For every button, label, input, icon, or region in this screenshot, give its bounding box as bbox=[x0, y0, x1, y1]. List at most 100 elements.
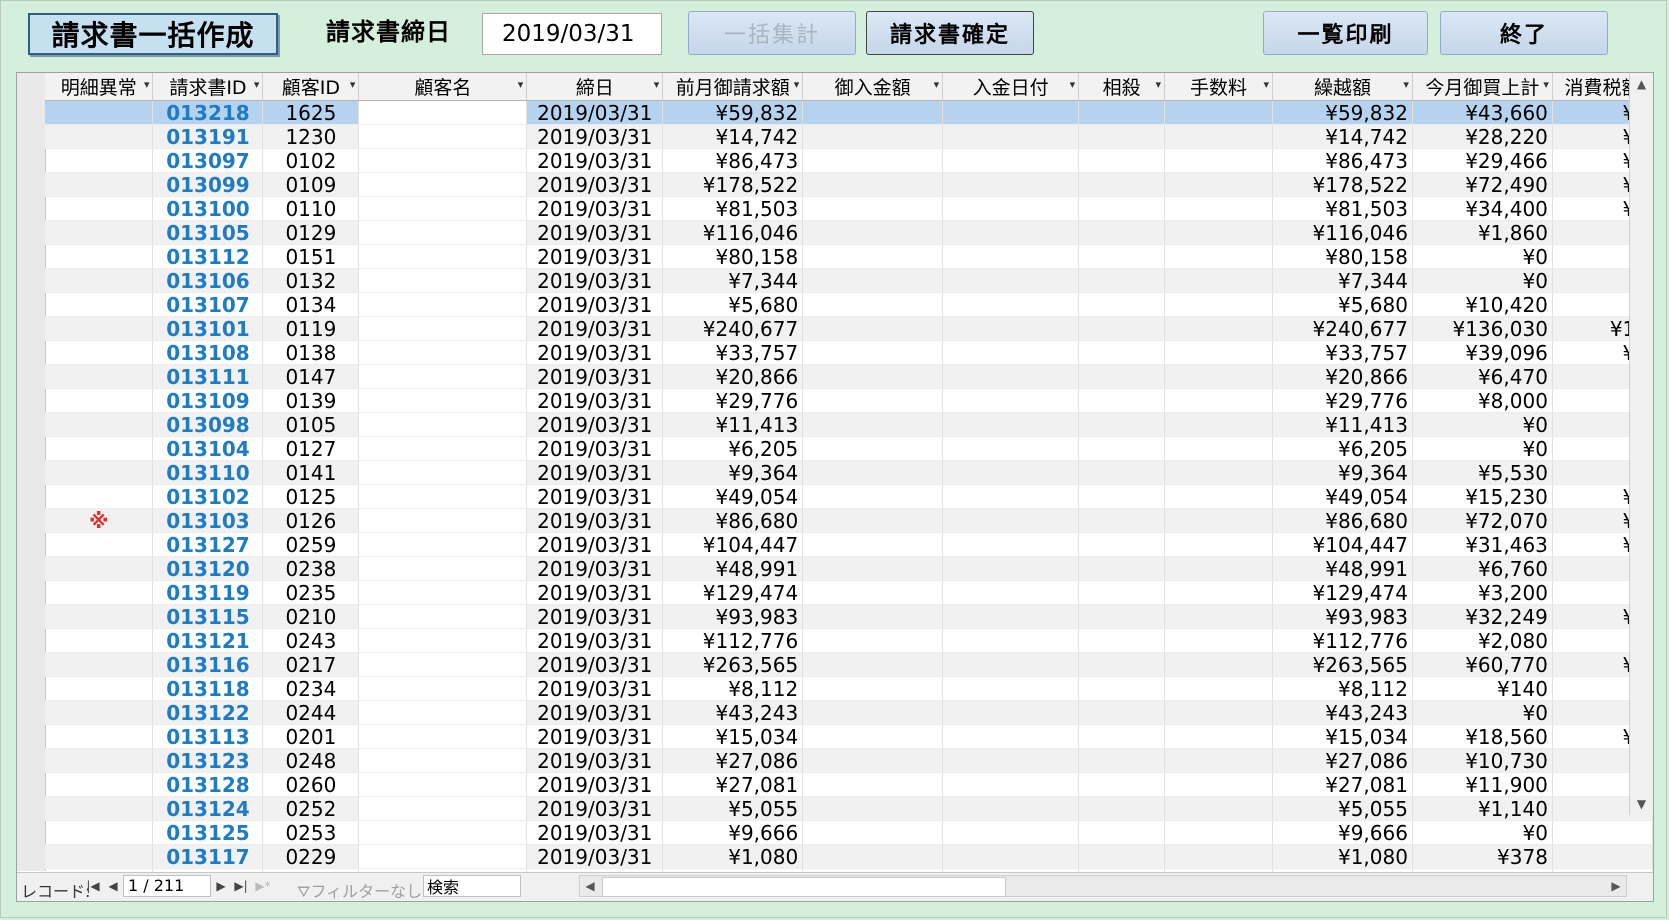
column-header[interactable]: 繰越額 ▾ bbox=[1272, 73, 1413, 101]
cell-flag[interactable] bbox=[45, 124, 154, 149]
cell-empty[interactable] bbox=[802, 268, 944, 293]
cell-cust[interactable]: 0139 bbox=[262, 388, 360, 413]
cell-empty[interactable] bbox=[1164, 556, 1273, 581]
cell-empty[interactable] bbox=[942, 628, 1080, 653]
sort-filter-dropdown-icon[interactable]: ▾ bbox=[1070, 73, 1076, 96]
cell-carry[interactable]: ¥86,473 bbox=[1272, 148, 1413, 173]
cell-empty[interactable] bbox=[802, 604, 944, 629]
aggregate-all-button[interactable]: 一括集計 bbox=[688, 11, 856, 55]
cell-prev[interactable]: ¥27,081 bbox=[662, 772, 804, 797]
table-row[interactable]: 013113 0201 2019/03/31 ¥15,034 ¥15,034 ¥18,56… bbox=[45, 724, 1653, 749]
cell-carry[interactable]: ¥116,046 bbox=[1272, 220, 1413, 245]
cell-cust[interactable]: 0217 bbox=[262, 652, 360, 677]
table-row[interactable]: 013119 0235 2019/03/31 ¥129,474 ¥129,474 ¥3,2… bbox=[45, 580, 1653, 605]
cell-empty[interactable] bbox=[1164, 604, 1273, 629]
cell-empty[interactable] bbox=[1164, 436, 1273, 461]
cell-cust[interactable]: 0129 bbox=[262, 220, 360, 245]
cell-cust[interactable]: 0125 bbox=[262, 484, 360, 509]
cell-empty[interactable] bbox=[1164, 532, 1273, 557]
cell-empty[interactable] bbox=[1078, 676, 1166, 701]
cell-id[interactable]: 013218 bbox=[152, 100, 264, 125]
cell-prev[interactable]: ¥33,757 bbox=[662, 340, 804, 365]
cell-carry[interactable]: ¥112,776 bbox=[1272, 628, 1413, 653]
cell-empty[interactable] bbox=[942, 436, 1080, 461]
cell-prev[interactable]: ¥59,832 bbox=[662, 100, 804, 125]
cell-empty[interactable] bbox=[1078, 460, 1166, 485]
record-selector-column[interactable] bbox=[17, 73, 46, 871]
cell-date[interactable]: 2019/03/31 bbox=[526, 436, 664, 461]
cell-id[interactable]: 013106 bbox=[152, 268, 264, 293]
table-row[interactable]: 013097 0102 2019/03/31 ¥86,473 ¥86,473 ¥29,46… bbox=[45, 148, 1653, 173]
cell-date[interactable]: 2019/03/31 bbox=[526, 148, 664, 173]
cell-empty[interactable] bbox=[1164, 628, 1273, 653]
cell-cust[interactable]: 0238 bbox=[262, 556, 360, 581]
cell-empty[interactable] bbox=[942, 676, 1080, 701]
cell-month[interactable]: ¥32,249 bbox=[1412, 604, 1553, 629]
table-row[interactable]: 013101 0119 2019/03/31 ¥240,677 ¥240,677 ¥136… bbox=[45, 316, 1653, 341]
cell-cust[interactable]: 0110 bbox=[262, 196, 360, 221]
cell-flag[interactable] bbox=[45, 484, 154, 509]
cell-empty[interactable] bbox=[358, 124, 528, 149]
cell-flag[interactable] bbox=[45, 148, 154, 173]
sort-filter-dropdown-icon[interactable]: ▾ bbox=[934, 73, 940, 96]
sort-filter-dropdown-icon[interactable]: ▾ bbox=[1156, 73, 1162, 96]
cell-cust[interactable]: 0244 bbox=[262, 700, 360, 725]
cell-empty[interactable] bbox=[802, 100, 944, 125]
cell-id[interactable]: 013100 bbox=[152, 196, 264, 221]
cell-empty[interactable] bbox=[358, 364, 528, 389]
cell-carry[interactable]: ¥7,344 bbox=[1272, 268, 1413, 293]
cell-cust[interactable]: 0259 bbox=[262, 532, 360, 557]
cell-empty[interactable] bbox=[942, 100, 1080, 125]
cell-empty[interactable] bbox=[358, 628, 528, 653]
cell-carry[interactable]: ¥81,503 bbox=[1272, 196, 1413, 221]
cell-empty[interactable] bbox=[802, 700, 944, 725]
sort-filter-dropdown-icon[interactable]: ▾ bbox=[350, 73, 356, 96]
cell-empty[interactable] bbox=[1078, 340, 1166, 365]
cell-prev[interactable]: ¥93,983 bbox=[662, 604, 804, 629]
sort-filter-dropdown-icon[interactable]: ▾ bbox=[794, 73, 800, 96]
cell-prev[interactable]: ¥9,666 bbox=[662, 820, 804, 845]
cell-empty[interactable] bbox=[802, 796, 944, 821]
cell-empty[interactable] bbox=[942, 508, 1080, 533]
cell-empty[interactable] bbox=[802, 556, 944, 581]
cell-empty[interactable] bbox=[358, 508, 528, 533]
cell-empty[interactable] bbox=[1164, 484, 1273, 509]
cell-cust[interactable]: 0151 bbox=[262, 244, 360, 269]
cell-empty[interactable] bbox=[942, 220, 1080, 245]
cell-month[interactable]: ¥31,463 bbox=[1412, 532, 1553, 557]
cell-date[interactable]: 2019/03/31 bbox=[526, 196, 664, 221]
cell-carry[interactable]: ¥6,205 bbox=[1272, 436, 1413, 461]
cell-empty[interactable] bbox=[1078, 556, 1166, 581]
cell-prev[interactable]: ¥263,565 bbox=[662, 652, 804, 677]
cell-month[interactable]: ¥10,420 bbox=[1412, 292, 1553, 317]
cell-flag[interactable] bbox=[45, 820, 154, 845]
cell-empty[interactable] bbox=[802, 748, 944, 773]
cell-empty[interactable] bbox=[1078, 748, 1166, 773]
cell-prev[interactable]: ¥48,991 bbox=[662, 556, 804, 581]
cell-date[interactable]: 2019/03/31 bbox=[526, 700, 664, 725]
table-row[interactable]: 013100 0110 2019/03/31 ¥81,503 ¥81,503 ¥34,40… bbox=[45, 196, 1653, 221]
cell-carry[interactable]: ¥43,243 bbox=[1272, 700, 1413, 725]
table-row[interactable]: 013099 0109 2019/03/31 ¥178,522 ¥178,522 ¥72,… bbox=[45, 172, 1653, 197]
cell-cust[interactable]: 0201 bbox=[262, 724, 360, 749]
scroll-up-icon[interactable]: ▲ bbox=[1630, 73, 1653, 95]
table-row[interactable]: 013109 0139 2019/03/31 ¥29,776 ¥29,776 ¥8,000 bbox=[45, 388, 1653, 413]
cell-empty[interactable] bbox=[1078, 220, 1166, 245]
cell-empty[interactable] bbox=[942, 364, 1080, 389]
next-record-icon[interactable]: ▶ bbox=[213, 876, 229, 896]
cell-empty[interactable] bbox=[1078, 268, 1166, 293]
cell-prev[interactable]: ¥6,205 bbox=[662, 436, 804, 461]
cell-id[interactable]: 013120 bbox=[152, 556, 264, 581]
cell-month[interactable]: ¥72,070 bbox=[1412, 508, 1553, 533]
cell-empty[interactable] bbox=[942, 292, 1080, 317]
cell-month[interactable]: ¥10,730 bbox=[1412, 748, 1553, 773]
cell-date[interactable]: 2019/03/31 bbox=[526, 820, 664, 845]
cell-carry[interactable]: ¥129,474 bbox=[1272, 580, 1413, 605]
cell-empty[interactable] bbox=[1164, 100, 1273, 125]
cell-empty[interactable] bbox=[942, 124, 1080, 149]
cell-prev[interactable]: ¥15,034 bbox=[662, 724, 804, 749]
cell-empty[interactable] bbox=[1078, 724, 1166, 749]
cell-flag[interactable] bbox=[45, 700, 154, 725]
cell-empty[interactable] bbox=[358, 580, 528, 605]
cell-empty[interactable] bbox=[358, 148, 528, 173]
